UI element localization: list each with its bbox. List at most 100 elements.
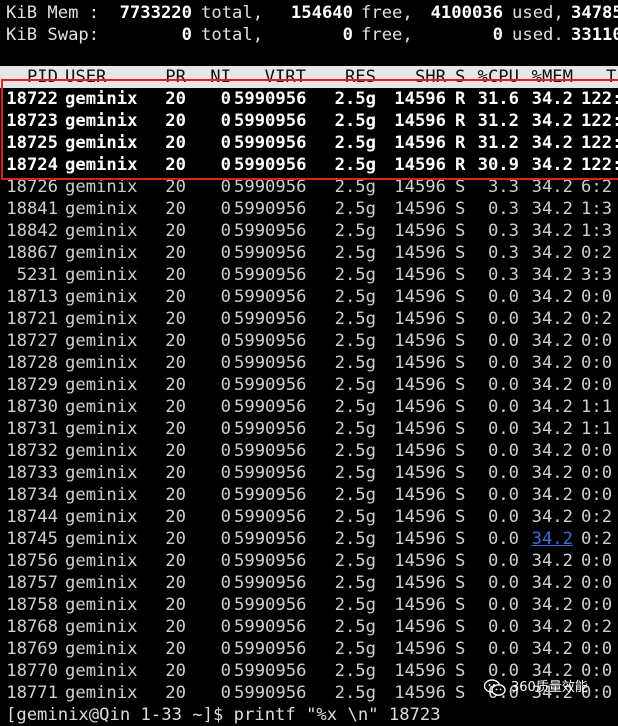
cell-pid: 18771 <box>6 683 58 703</box>
cell-user: geminix <box>65 661 138 681</box>
cell-user: geminix <box>65 133 138 153</box>
cell-virt: 5990956 <box>234 111 307 131</box>
cell-time: 0:2 <box>581 309 613 329</box>
cell-user: geminix <box>65 375 138 395</box>
cell-user: geminix <box>65 265 138 285</box>
cell-pr: 20 <box>165 661 186 681</box>
swap-total: 0 <box>181 25 192 45</box>
header-shr[interactable]: SHR <box>391 66 446 88</box>
mem-free-label: free, <box>361 3 413 23</box>
cell-s: S <box>455 463 466 483</box>
header-res[interactable]: RES <box>326 66 376 88</box>
cell-s: S <box>455 375 466 395</box>
cell-s: S <box>455 573 466 593</box>
cell-pid: 18731 <box>6 419 58 439</box>
header-s[interactable]: S <box>455 66 465 88</box>
cell-cpu: 0.0 <box>487 617 519 637</box>
cell-user: geminix <box>65 309 138 329</box>
cell-cpu: 0.0 <box>487 375 519 395</box>
header-user[interactable]: USER <box>65 66 106 88</box>
terminal-window[interactable]: KiB Mem : 7733220 total, 154640 free, 41… <box>0 0 618 725</box>
cell-pr: 20 <box>165 221 186 241</box>
cell-ni: 0 <box>220 617 231 637</box>
cell-user: geminix <box>65 441 138 461</box>
cell-virt: 5990956 <box>234 331 307 351</box>
cell-cpu: 31.2 <box>477 111 519 131</box>
cell-user: geminix <box>65 287 138 307</box>
cell-res: 2.5g <box>334 221 376 241</box>
cell-res: 2.5g <box>334 309 376 329</box>
swap-free-label: free, <box>361 25 413 45</box>
cell-time: 0:0 <box>581 353 613 373</box>
command-line[interactable]: [geminix@Qin 1-33 ~]$ printf "%x \n" 187… <box>6 704 441 726</box>
cell-shr: 14596 <box>394 617 446 637</box>
cell-pr: 20 <box>165 419 186 439</box>
cell-mem: 34.2 <box>531 353 573 373</box>
cell-shr: 14596 <box>394 89 446 109</box>
cell-mem: 34.2 <box>531 485 573 505</box>
cell-mem: 34.2 <box>531 639 573 659</box>
cell-user: geminix <box>65 595 138 615</box>
cell-user: geminix <box>65 177 138 197</box>
cell-shr: 14596 <box>394 331 446 351</box>
cell-res: 2.5g <box>334 529 376 549</box>
cell-pr: 20 <box>165 397 186 417</box>
cell-pr: 20 <box>165 133 186 153</box>
header-mem[interactable]: %MEM <box>523 66 573 88</box>
cell-s: S <box>455 331 466 351</box>
cell-res: 2.5g <box>334 133 376 153</box>
header-ni[interactable]: NI <box>201 66 231 88</box>
cell-mem: 34.2 <box>531 375 573 395</box>
cell-shr: 14596 <box>394 507 446 527</box>
cell-ni: 0 <box>220 177 231 197</box>
cell-pr: 20 <box>165 199 186 219</box>
cell-cpu: 0.0 <box>487 529 519 549</box>
cell-virt: 5990956 <box>234 177 307 197</box>
header-pid[interactable]: PID <box>6 66 58 88</box>
cell-virt: 5990956 <box>234 463 307 483</box>
cell-ni: 0 <box>220 331 231 351</box>
watermark-text: 360质量效能 <box>511 680 588 695</box>
header-pr[interactable]: PR <box>156 66 186 88</box>
cell-time: 0:2 <box>581 507 613 527</box>
cell-res: 2.5g <box>334 287 376 307</box>
cell-s: S <box>455 485 466 505</box>
cell-ni: 0 <box>220 683 231 703</box>
cell-mem: 34.2 <box>531 397 573 417</box>
cell-virt: 5990956 <box>234 309 307 329</box>
cell-res: 2.5g <box>334 683 376 703</box>
cell-s: S <box>455 309 466 329</box>
cell-virt: 5990956 <box>234 397 307 417</box>
cell-ni: 0 <box>220 595 231 615</box>
cell-user: geminix <box>65 89 138 109</box>
cell-user: geminix <box>65 353 138 373</box>
header-cpu[interactable]: %CPU <box>471 66 519 88</box>
cell-cpu: 0.0 <box>487 397 519 417</box>
cell-res: 2.5g <box>334 485 376 505</box>
cell-virt: 5990956 <box>234 243 307 263</box>
cell-cpu: 0.0 <box>487 595 519 615</box>
cell-virt: 5990956 <box>234 661 307 681</box>
header-virt[interactable]: VIRT <box>234 66 306 88</box>
cell-s: S <box>455 595 466 615</box>
cell-time: 0:0 <box>581 485 613 505</box>
cell-shr: 14596 <box>394 573 446 593</box>
cell-virt: 5990956 <box>234 683 307 703</box>
cell-pid: 18728 <box>6 353 58 373</box>
cell-mem: 34.2 <box>531 155 573 175</box>
cell-mem[interactable]: 34.2 <box>523 528 573 550</box>
cell-pr: 20 <box>165 287 186 307</box>
cell-pr: 20 <box>165 353 186 373</box>
cell-pid: 18730 <box>6 397 58 417</box>
cell-mem: 34.2 <box>531 309 573 329</box>
cell-virt: 5990956 <box>234 529 307 549</box>
cell-user: geminix <box>65 617 138 637</box>
mem-total: 7733220 <box>119 3 192 23</box>
header-time[interactable]: T <box>606 66 616 88</box>
cell-ni: 0 <box>220 397 231 417</box>
cell-time: 122:4 <box>581 111 618 131</box>
cell-time: 1:1 <box>581 397 613 417</box>
cell-user: geminix <box>65 551 138 571</box>
cell-s: R <box>455 89 466 109</box>
cell-cpu: 31.2 <box>477 133 519 153</box>
